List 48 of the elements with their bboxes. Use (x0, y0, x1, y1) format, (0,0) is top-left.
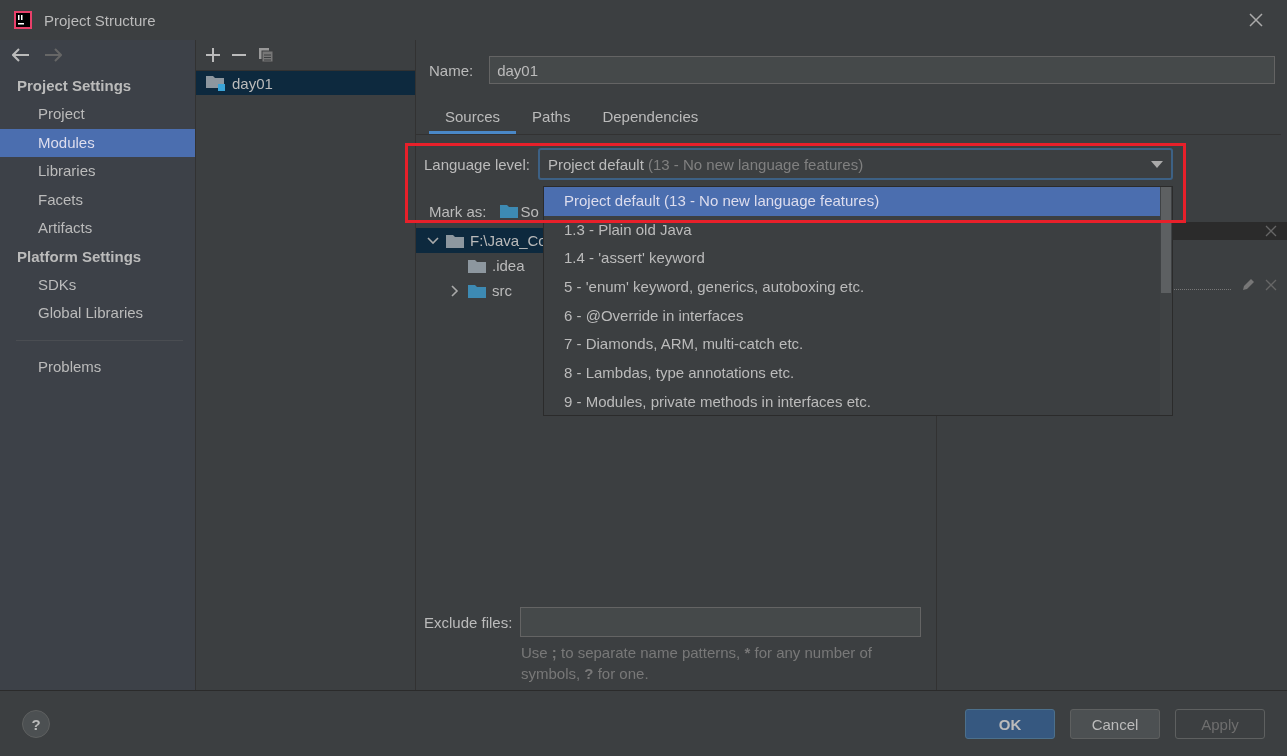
mark-option[interactable]: So (520, 202, 539, 220)
close-icon[interactable] (1265, 225, 1277, 237)
sidebar-item[interactable]: Facets (0, 185, 195, 214)
app-logo-icon (14, 11, 32, 29)
add-icon[interactable] (206, 48, 220, 62)
back-arrow-icon[interactable] (12, 48, 30, 62)
mark-as-label: Mark as: (429, 202, 487, 220)
dialog-button[interactable]: Cancel (1070, 709, 1160, 739)
tab[interactable]: Paths (516, 104, 587, 134)
pencil-icon[interactable] (1241, 278, 1255, 292)
tab[interactable]: Sources (429, 104, 517, 134)
tree-item[interactable]: src (492, 282, 512, 299)
dialog-button[interactable]: OK (965, 709, 1055, 739)
name-field[interactable]: day01 (489, 56, 1275, 84)
name-label: Name: (429, 61, 474, 79)
module-folder-icon (206, 75, 226, 91)
copy-icon[interactable] (258, 47, 274, 63)
folder-icon (468, 283, 486, 298)
tab[interactable]: Dependencies (586, 104, 715, 134)
exclude-files-label: Exclude files: (424, 613, 513, 631)
window-title: Project Structure (44, 11, 157, 29)
dropdown-option[interactable]: 5 - 'enum' keyword, generics, autoboxing etc. (544, 273, 1160, 302)
sidebar-item[interactable]: SDKs (0, 270, 195, 299)
language-level-label: Language level: (424, 155, 530, 173)
folder-icon (499, 204, 518, 218)
section-heading: Project Settings (16, 76, 133, 96)
language-level-dropdown[interactable]: Project default (13 - No new language features) (537, 148, 1173, 180)
dropdown-option[interactable]: 7 - Diamonds, ARM, multi-catch etc. (544, 330, 1160, 360)
folder-icon (446, 233, 464, 248)
sidebar-item[interactable]: Global Libraries (0, 299, 195, 328)
folder-icon (468, 258, 486, 273)
sidebar-item[interactable]: Artifacts (0, 214, 195, 243)
help-button[interactable]: ? (22, 710, 50, 738)
hint-text: Use ; to separate name patterns, * for any number of symbols, ? for one. (521, 643, 874, 684)
dropdown-option[interactable]: 6 - @Override in interfaces (544, 301, 1160, 331)
sidebar-item[interactable]: Modules (0, 128, 195, 157)
dropdown-option[interactable]: Project default (13 - No new language features) (544, 187, 1160, 216)
dropdown-option[interactable]: 9 - Modules, private methods in interfaces etc. (544, 387, 1160, 417)
sidebar-item[interactable]: Problems (0, 352, 195, 381)
dropdown-arrow-icon (1150, 160, 1163, 168)
tree-item[interactable]: F:\Java_Co (470, 232, 547, 249)
sidebar-item[interactable]: Libraries (0, 157, 195, 186)
dropdown-option[interactable]: 8 - Lambdas, type annotations etc. (544, 359, 1160, 388)
dropdown-option[interactable]: 1.4 - 'assert' keyword (544, 244, 1160, 274)
module-name[interactable]: day01 (232, 74, 273, 92)
tree-item[interactable]: .idea (492, 257, 525, 274)
section-heading: Platform Settings (16, 246, 143, 267)
sidebar-item[interactable]: Project (0, 100, 195, 129)
